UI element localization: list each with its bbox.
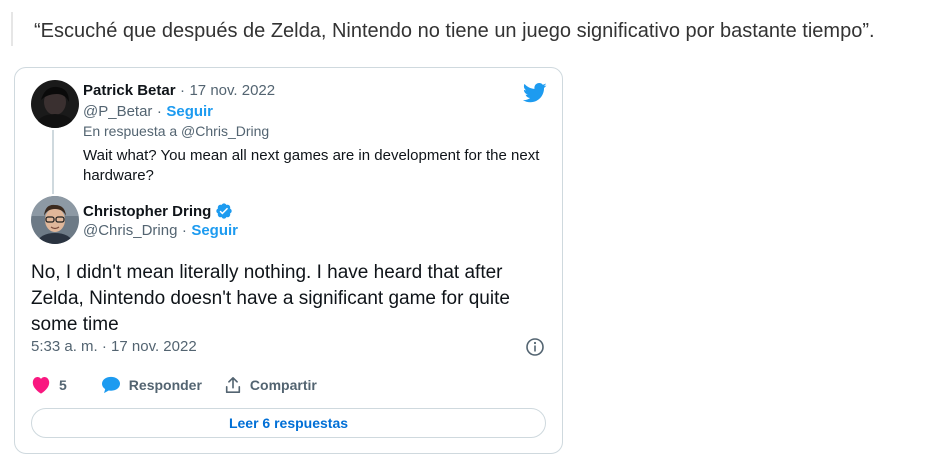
tweet-actions: 5 Responder Compartir xyxy=(31,376,317,394)
reply-action[interactable]: Responder xyxy=(101,376,202,394)
separator: · xyxy=(180,82,186,99)
share-action[interactable]: Compartir xyxy=(224,376,317,394)
thread-line xyxy=(52,130,54,194)
heart-icon xyxy=(32,376,50,394)
main-tweet-header: Christopher Dring xyxy=(83,202,233,220)
main-handle[interactable]: @Chris_Dring xyxy=(83,222,177,239)
avatar-christopher[interactable] xyxy=(31,196,79,244)
share-icon xyxy=(225,376,241,394)
read-replies-button[interactable]: Leer 6 respuestas xyxy=(31,408,546,438)
quote-text: “Escuché que después de Zelda, Nintendo … xyxy=(34,20,875,42)
share-label: Compartir xyxy=(249,377,317,393)
reply-to-label: En respuesta a @Chris_Dring xyxy=(83,123,270,139)
avatar-patrick[interactable] xyxy=(31,80,79,128)
tweet-timestamp[interactable]: 5:33 a. m. · 17 nov. 2022 xyxy=(31,338,197,355)
separator: · xyxy=(181,222,187,239)
quote-bar xyxy=(11,12,13,46)
embedded-tweet-card[interactable]: Patrick Betar · 17 nov. 2022 @P_Betar · … xyxy=(14,67,563,454)
verified-badge-icon xyxy=(216,203,233,219)
parent-author-name[interactable]: Patrick Betar xyxy=(83,82,176,99)
parent-follow-link[interactable]: Seguir xyxy=(166,103,213,120)
separator: · xyxy=(156,103,162,120)
main-follow-link[interactable]: Seguir xyxy=(191,222,238,239)
parent-handle-row: @P_Betar · Seguir xyxy=(83,103,213,121)
parent-tweet-date[interactable]: 17 nov. 2022 xyxy=(189,82,275,99)
parent-tweet-text: Wait what? You mean all next games are i… xyxy=(83,147,540,184)
like-count: 5 xyxy=(59,377,67,393)
main-handle-row: @Chris_Dring · Seguir xyxy=(83,222,238,240)
reply-label: Responder xyxy=(128,377,202,393)
reply-bubble-icon xyxy=(101,376,120,394)
main-tweet-text: No, I didn't mean literally nothing. I h… xyxy=(31,262,510,335)
parent-tweet-header: Patrick Betar · 17 nov. 2022 xyxy=(83,82,275,100)
info-icon[interactable] xyxy=(525,337,545,357)
main-author-name[interactable]: Christopher Dring xyxy=(83,203,211,220)
parent-handle[interactable]: @P_Betar xyxy=(83,103,152,120)
twitter-bird-icon[interactable] xyxy=(523,83,547,103)
like-action[interactable]: 5 xyxy=(31,376,67,394)
